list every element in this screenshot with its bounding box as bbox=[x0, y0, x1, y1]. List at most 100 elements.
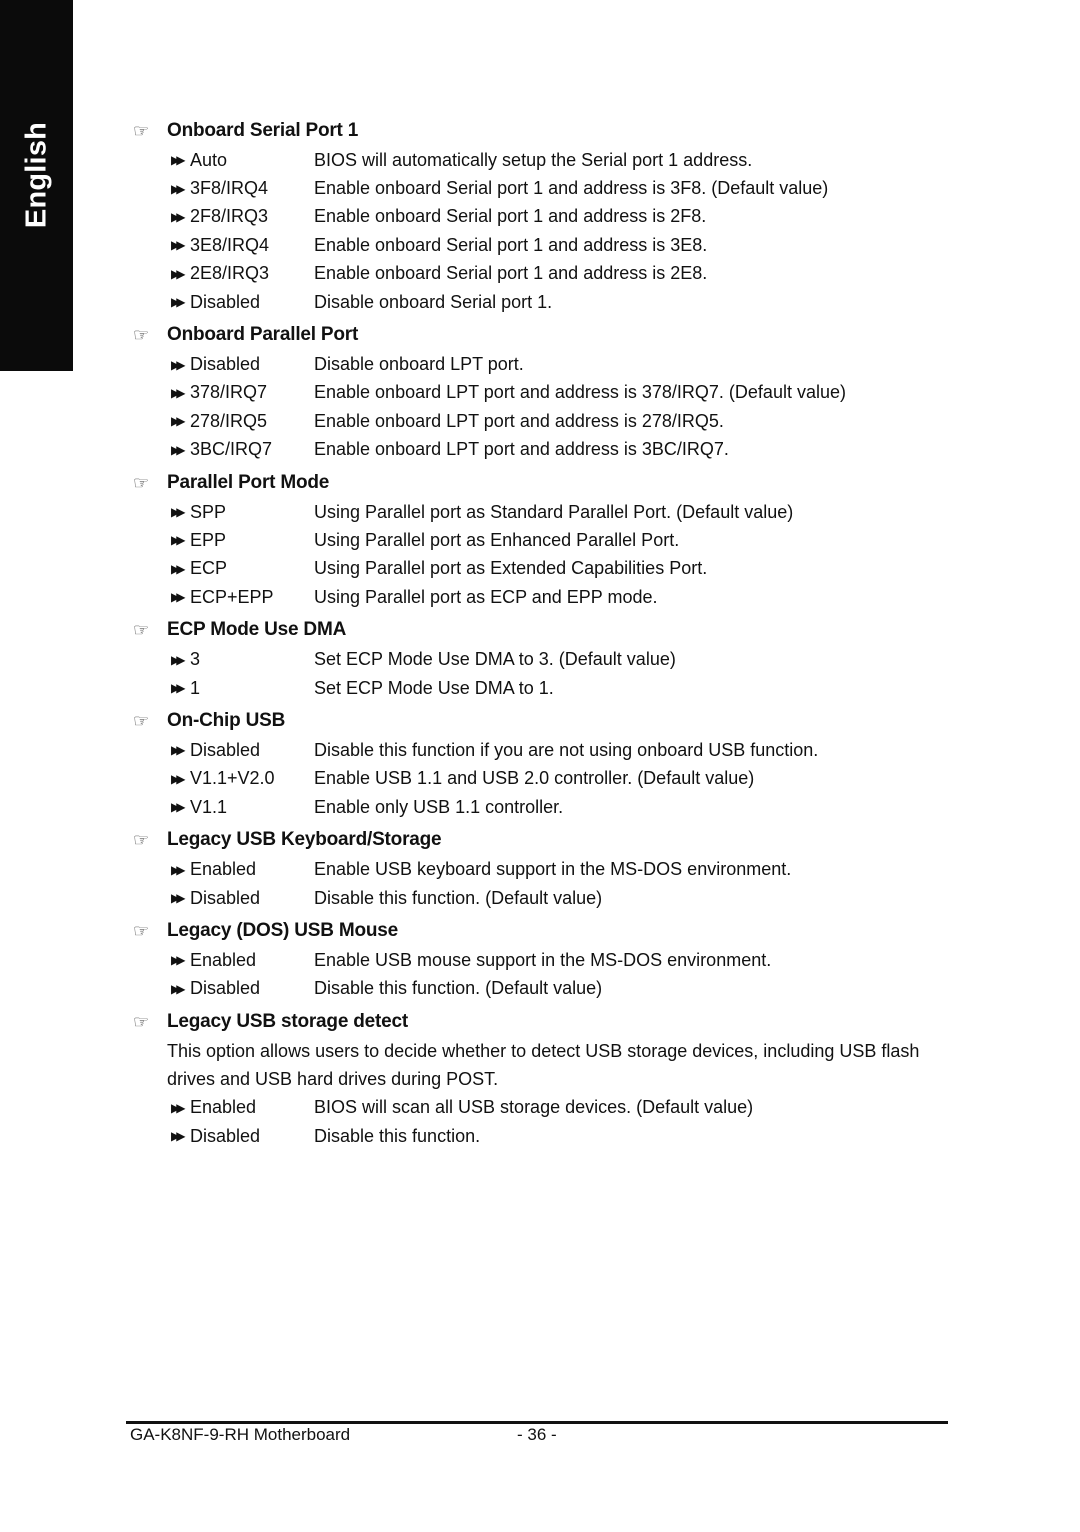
section-title: Legacy USB Keyboard/Storage bbox=[167, 829, 442, 851]
option-row: ▶▶ EPP Using Parallel port as Enhanced Par… bbox=[133, 526, 953, 554]
pointing-hand-icon: ☞ bbox=[133, 325, 150, 346]
pointing-hand-icon: ☞ bbox=[133, 711, 150, 732]
option-value: Disabled bbox=[190, 291, 261, 312]
double-arrow-icon: ▶▶ bbox=[171, 414, 185, 429]
double-arrow-icon: ▶▶ bbox=[171, 181, 185, 196]
section-heading: ☞ ECP Mode Use DMA bbox=[133, 615, 953, 645]
double-arrow-icon: ▶▶ bbox=[171, 652, 185, 667]
option-description: Enable onboard LPT port and address is 3… bbox=[314, 382, 846, 403]
bios-setting-section: ☞ Onboard Parallel Port ▶▶ Disabled Disable … bbox=[133, 320, 953, 464]
option-value: Disabled bbox=[190, 354, 261, 375]
double-arrow-icon: ▶▶ bbox=[171, 561, 185, 576]
double-arrow-icon: ▶▶ bbox=[171, 295, 185, 310]
section-heading: ☞ Legacy USB Keyboard/Storage bbox=[133, 825, 953, 855]
bios-setting-section: ☞ Legacy USB Keyboard/Storage ▶▶ Enabled Ena… bbox=[133, 825, 953, 912]
option-description: Enable onboard Serial port 1 and address… bbox=[314, 178, 829, 199]
option-description: Enable onboard Serial port 1 and address… bbox=[314, 206, 707, 227]
option-row: ▶▶ 3BC/IRQ7 Enable onboard LPT port and ad… bbox=[133, 436, 953, 464]
option-description: Enable onboard Serial port 1 and address… bbox=[314, 234, 708, 255]
double-arrow-icon: ▶▶ bbox=[171, 238, 185, 253]
option-value: 1 bbox=[190, 677, 201, 698]
option-row: ▶▶ 3 Set ECP Mode Use DMA to 3. (Default v… bbox=[133, 645, 953, 673]
section-title: On-Chip USB bbox=[167, 710, 286, 732]
option-value: Disabled bbox=[190, 978, 261, 999]
option-value: 3E8/IRQ4 bbox=[190, 234, 270, 255]
option-row: ▶▶ 3F8/IRQ4 Enable onboard Serial port 1 a… bbox=[133, 174, 953, 202]
option-row: ▶▶ Disabled Disable this function. bbox=[133, 1122, 953, 1150]
option-value: 2E8/IRQ3 bbox=[190, 263, 270, 284]
language-label: English bbox=[20, 121, 52, 229]
double-arrow-icon: ▶▶ bbox=[171, 505, 185, 520]
option-row: ▶▶ Auto BIOS will automatically setup the … bbox=[133, 146, 953, 174]
double-arrow-icon: ▶▶ bbox=[171, 385, 185, 400]
option-description: Set ECP Mode Use DMA to 1. bbox=[314, 677, 554, 698]
footer-model: GA-K8NF-9-RH Motherboard bbox=[130, 1425, 351, 1444]
pointing-hand-icon: ☞ bbox=[133, 830, 150, 851]
double-arrow-icon: ▶▶ bbox=[171, 862, 185, 877]
option-value: Disabled bbox=[190, 739, 261, 760]
option-row: ▶▶ 278/IRQ5 Enable onboard LPT port and ad… bbox=[133, 407, 953, 435]
bios-setting-section: ☞ Legacy USB storage detect This option al… bbox=[133, 1007, 953, 1151]
pointing-hand-icon: ☞ bbox=[133, 1011, 150, 1032]
option-value: Enabled bbox=[190, 1097, 257, 1118]
option-description: Using Parallel port as Extended Capabili… bbox=[314, 558, 708, 579]
pointing-hand-icon: ☞ bbox=[133, 472, 150, 493]
section-heading: ☞ Onboard Serial Port 1 bbox=[133, 116, 953, 146]
double-arrow-icon: ▶▶ bbox=[171, 953, 185, 968]
double-arrow-icon: ▶▶ bbox=[171, 266, 185, 281]
section-description: This option allows users to decide wheth… bbox=[167, 1040, 920, 1090]
bios-setting-section: ☞ ECP Mode Use DMA ▶▶ 3 Set ECP Mode Use DMA… bbox=[133, 615, 953, 702]
bios-setting-section: ☞ Parallel Port Mode ▶▶ SPP Using Parallel p… bbox=[133, 468, 953, 612]
manual-content: ☞ Onboard Serial Port 1 ▶▶ Auto BIOS will au… bbox=[133, 112, 953, 1151]
double-arrow-icon: ▶▶ bbox=[171, 891, 185, 905]
option-description: Enable only USB 1.1 controller. bbox=[314, 796, 564, 817]
option-value: V1.1 bbox=[190, 796, 228, 817]
option-description: Using Parallel port as Standard Parallel… bbox=[314, 501, 794, 522]
section-title: ECP Mode Use DMA bbox=[167, 619, 347, 641]
section-title: Legacy USB storage detect bbox=[167, 1010, 409, 1032]
option-value: Disabled bbox=[190, 887, 261, 908]
option-value: SPP bbox=[190, 501, 227, 522]
option-row: ▶▶ 1 Set ECP Mode Use DMA to 1. bbox=[133, 674, 953, 702]
option-value: V1.1+V2.0 bbox=[190, 768, 275, 789]
option-value: 378/IRQ7 bbox=[190, 382, 268, 403]
double-arrow-icon: ▶▶ bbox=[171, 1100, 185, 1115]
option-value: EPP bbox=[190, 529, 227, 550]
option-description: Using Parallel port as ECP and EPP mode. bbox=[314, 586, 658, 607]
option-value: 2F8/IRQ3 bbox=[190, 206, 269, 227]
double-arrow-icon: ▶▶ bbox=[171, 1129, 185, 1144]
option-description: Enable onboard LPT port and address is 3… bbox=[314, 439, 729, 460]
option-row: ▶▶ Enabled BIOS will scan all USB storage … bbox=[133, 1094, 953, 1122]
option-row: ▶▶ ECP Using Parallel port as Extended Cap… bbox=[133, 555, 953, 583]
option-value: Enabled bbox=[190, 949, 257, 970]
option-description: Disable this function. (Default value) bbox=[314, 887, 603, 908]
option-description: BIOS will scan all USB storage devices. … bbox=[314, 1097, 754, 1118]
option-description: Disable this function. bbox=[314, 1125, 481, 1146]
double-arrow-icon: ▶▶ bbox=[171, 153, 185, 168]
section-heading: ☞ Legacy USB storage detect bbox=[133, 1007, 953, 1037]
option-description: Disable onboard Serial port 1. bbox=[314, 291, 553, 312]
pointing-hand-icon: ☞ bbox=[133, 121, 150, 141]
page-number: - 36 - bbox=[517, 1425, 557, 1444]
option-value: Enabled bbox=[190, 859, 257, 880]
option-description: Disable this function if you are not usi… bbox=[314, 739, 819, 760]
section-title: Parallel Port Mode bbox=[167, 471, 330, 493]
double-arrow-icon: ▶▶ bbox=[171, 681, 185, 696]
option-description: Set ECP Mode Use DMA to 3. (Default valu… bbox=[314, 649, 676, 670]
option-row: ▶▶ Disabled Disable onboard LPT port. bbox=[133, 350, 953, 378]
option-row: ▶▶ Disabled Disable this function. (Defaul… bbox=[133, 975, 953, 1003]
section-heading: ☞ On-Chip USB bbox=[133, 706, 953, 736]
bios-setting-section: ☞ Onboard Serial Port 1 ▶▶ Auto BIOS will au… bbox=[133, 116, 953, 316]
option-row: ▶▶ 378/IRQ7 Enable onboard LPT port and ad… bbox=[133, 379, 953, 407]
pointing-hand-icon: ☞ bbox=[133, 620, 150, 641]
option-row: ▶▶ 2E8/IRQ3 Enable onboard Serial port 1 a… bbox=[133, 260, 953, 288]
option-value: 3F8/IRQ4 bbox=[190, 178, 269, 199]
pointing-hand-icon: ☞ bbox=[133, 921, 150, 942]
option-row: ▶▶ Disabled Disable this function if you a… bbox=[133, 736, 953, 764]
section-heading: ☞ Legacy (DOS) USB Mouse bbox=[133, 916, 953, 946]
section-heading: ☞ Parallel Port Mode bbox=[133, 468, 953, 498]
bios-setting-section: ☞ Legacy (DOS) USB Mouse ▶▶ Enabled Enable U… bbox=[133, 916, 953, 1003]
option-value: 3 bbox=[190, 649, 201, 670]
option-description: BIOS will automatically setup the Serial… bbox=[314, 149, 753, 170]
option-value: Auto bbox=[190, 149, 228, 170]
